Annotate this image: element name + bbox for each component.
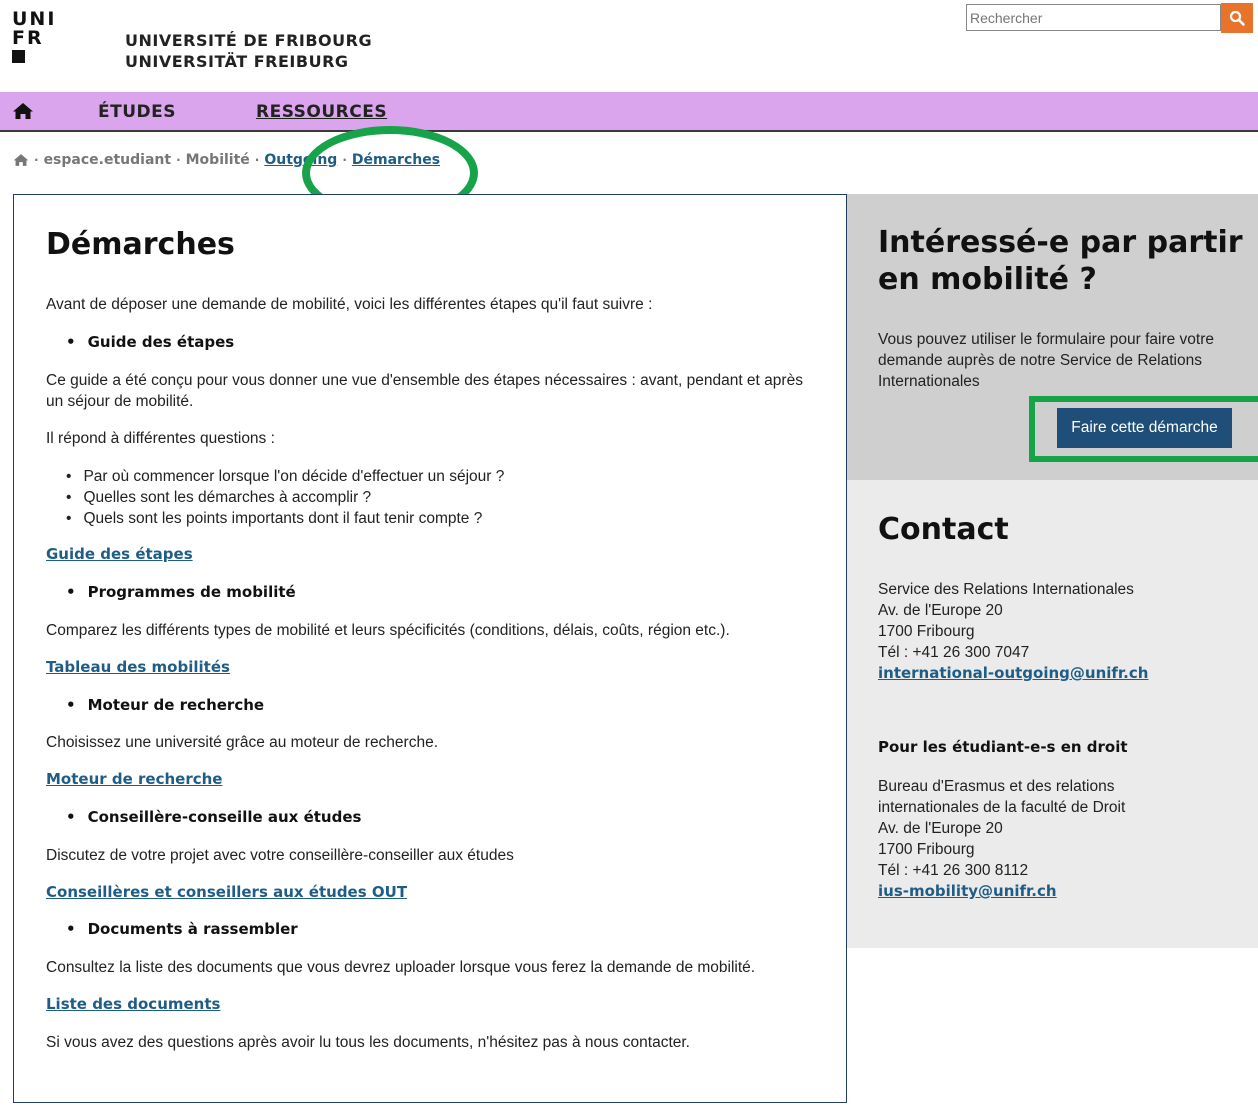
list-item: Quelles sont les démarches à accomplir ?	[66, 487, 504, 508]
link-conseillers[interactable]: Conseillères et conseillers aux études O…	[46, 883, 407, 901]
outro-text: Si vous avez des questions après avoir l…	[46, 1034, 690, 1051]
cta-title: Intéressé-e par partir en mobilité ?	[878, 225, 1243, 297]
university-name-fr: UNIVERSITÉ DE FRIBOURG	[125, 31, 373, 50]
section-text-guide: Ce guide a été conçu pour vous donner un…	[46, 372, 803, 410]
section-text-conseil: Discutez de votre projet avec votre cons…	[46, 847, 514, 864]
list-item: Par où commencer lorsque l'on décide d'e…	[66, 466, 504, 487]
breadcrumb-home-icon[interactable]	[13, 153, 29, 167]
highlight-rect-annotation	[1029, 396, 1258, 462]
breadcrumb-item-mobilite[interactable]: Mobilité	[186, 152, 250, 168]
contact-line: Tél : +41 26 300 7047	[878, 644, 1030, 661]
list-item: Quels sont les points importants dont il…	[66, 508, 504, 529]
breadcrumb-separator: ·	[176, 153, 181, 167]
section-text-documents: Consultez la liste des documents que vou…	[46, 959, 756, 976]
breadcrumb-item-espace[interactable]: espace.etudiant	[44, 152, 172, 168]
contact-line: internationales de la faculté de Droit	[878, 799, 1126, 816]
nav-item-ressources[interactable]: RESSOURCES	[256, 102, 387, 122]
search-icon	[1229, 10, 1245, 26]
section-text-programmes: Comparez les différents types de mobilit…	[46, 622, 730, 639]
section-text-moteur: Choisissez une université grâce au moteu…	[46, 734, 439, 751]
main-nav: ÉTUDES RESSOURCES	[0, 92, 1258, 132]
section-title-conseil: Conseillère-conseille aux études	[66, 808, 362, 826]
university-name-de: UNIVERSITÄT FREIBURG	[125, 52, 349, 71]
link-tableau-mobilites[interactable]: Tableau des mobilités	[46, 658, 230, 676]
page-title: Démarches	[46, 227, 235, 262]
contact-law: Bureau d'Erasmus et des relations intern…	[878, 776, 1125, 902]
contact-line: Service des Relations Internationales	[878, 581, 1134, 598]
home-icon	[13, 103, 33, 119]
contact-line: Av. de l'Europe 20	[878, 820, 1003, 837]
search-button[interactable]	[1221, 3, 1253, 33]
section-title-documents: Documents à rassembler	[66, 920, 298, 938]
main-content: Démarches Avant de déposer une demande d…	[13, 194, 847, 1103]
law-contact-title: Pour les étudiant-e-s en droit	[878, 738, 1128, 756]
breadcrumb-separator: ·	[34, 153, 39, 167]
contact-title: Contact	[878, 512, 1009, 547]
nav-home-button[interactable]	[12, 102, 34, 125]
section-title-moteur: Moteur de recherche	[66, 696, 264, 714]
question-list: Par où commencer lorsque l'on décide d'e…	[66, 466, 504, 529]
contact-panel: Contact Service des Relations Internatio…	[847, 480, 1258, 948]
unifr-logo[interactable]: UNI FR	[12, 10, 72, 63]
link-moteur-recherche[interactable]: Moteur de recherche	[46, 770, 222, 788]
search-input[interactable]	[966, 4, 1221, 31]
section-title-guide: Guide des étapes	[66, 333, 235, 351]
email-link-outgoing[interactable]: international-outgoing@unifr.ch	[878, 664, 1148, 682]
breadcrumb-separator: ·	[254, 153, 260, 167]
nav-item-etudes[interactable]: ÉTUDES	[98, 102, 176, 122]
section-text-questions: Il répond à différentes questions :	[46, 430, 275, 447]
contact-line: 1700 Fribourg	[878, 623, 975, 640]
contact-line: Bureau d'Erasmus et des relations	[878, 778, 1115, 795]
search-bar	[966, 3, 1253, 33]
logo-line-fr: FR	[12, 27, 44, 49]
contact-line: 1700 Fribourg	[878, 841, 975, 858]
link-liste-documents[interactable]: Liste des documents	[46, 995, 220, 1013]
contact-sri: Service des Relations Internationales Av…	[878, 579, 1148, 684]
logo-square	[12, 50, 25, 63]
cta-text: Vous pouvez utiliser le formulaire pour …	[878, 331, 1214, 390]
contact-line: Av. de l'Europe 20	[878, 602, 1003, 619]
contact-line: Tél : +41 26 300 8112	[878, 862, 1029, 879]
university-name: UNIVERSITÉ DE FRIBOURG UNIVERSITÄT FREIB…	[125, 30, 372, 72]
link-guide-etapes[interactable]: Guide des étapes	[46, 545, 193, 563]
intro-text: Avant de déposer une demande de mobilité…	[46, 296, 653, 313]
section-title-programmes: Programmes de mobilité	[66, 583, 296, 601]
email-link-ius[interactable]: ius-mobility@unifr.ch	[878, 882, 1057, 900]
